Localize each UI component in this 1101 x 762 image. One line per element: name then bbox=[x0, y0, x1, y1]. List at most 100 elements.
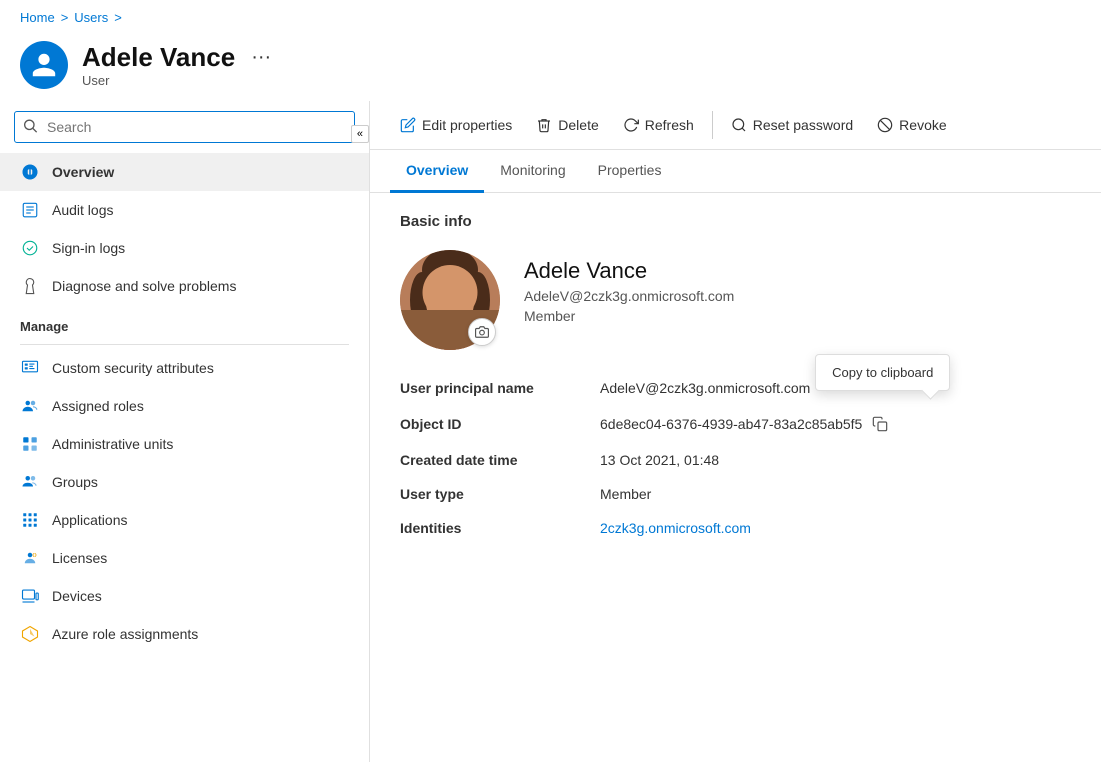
sidebar-item-custom-security[interactable]: Custom security attributes bbox=[0, 349, 369, 387]
created-date-value: 13 Oct 2021, 01:48 bbox=[600, 452, 719, 468]
user-type-value: Member bbox=[600, 486, 651, 502]
delete-icon bbox=[536, 117, 552, 133]
sidebar-item-admin-units[interactable]: Administrative units bbox=[0, 425, 369, 463]
sidebar-item-assigned-roles[interactable]: Assigned roles bbox=[0, 387, 369, 425]
manage-divider bbox=[20, 344, 349, 345]
diagnose-icon bbox=[20, 276, 40, 296]
sidebar-item-groups-label: Groups bbox=[52, 474, 98, 490]
user-icon bbox=[30, 51, 58, 79]
toolbar: Edit properties Delete bbox=[370, 101, 1101, 150]
sidebar-item-overview[interactable]: Overview bbox=[0, 153, 369, 191]
collapse-sidebar-button[interactable]: « bbox=[351, 125, 369, 143]
search-box-container: « bbox=[14, 111, 355, 143]
reset-password-button[interactable]: Reset password bbox=[721, 111, 863, 139]
reset-password-label: Reset password bbox=[753, 117, 853, 133]
avatar-wrap bbox=[400, 250, 500, 350]
user-header: Adele Vance ··· User bbox=[0, 35, 1101, 101]
refresh-label: Refresh bbox=[645, 117, 694, 133]
basic-info-title: Basic info bbox=[400, 213, 1071, 230]
toolbar-separator bbox=[712, 111, 713, 139]
sidebar-item-azure-roles-label: Azure role assignments bbox=[52, 626, 198, 642]
delete-label: Delete bbox=[558, 117, 598, 133]
change-photo-button[interactable] bbox=[468, 318, 496, 346]
info-row-object-id: Object ID 6de8ec04-6376-4939-ab47-83a2c8… bbox=[400, 414, 1071, 434]
azure-roles-icon bbox=[20, 624, 40, 644]
upn-text: AdeleV@2czk3g.onmicrosoft.com bbox=[600, 380, 810, 396]
revoke-icon bbox=[877, 117, 893, 133]
refresh-button[interactable]: Refresh bbox=[613, 111, 704, 139]
content-body: Basic info bbox=[370, 193, 1101, 762]
sidebar-item-applications-label: Applications bbox=[52, 512, 128, 528]
sidebar-item-custom-security-label: Custom security attributes bbox=[52, 360, 214, 376]
search-icon bbox=[22, 118, 38, 137]
profile-user-type: Member bbox=[524, 308, 734, 324]
info-row-identities: Identities 2czk3g.onmicrosoft.com bbox=[400, 520, 1071, 536]
info-table: User principal name AdeleV@2czk3g.onmicr… bbox=[400, 380, 1071, 536]
copy-tooltip-wrap: Copy to clipboard bbox=[870, 414, 890, 434]
tab-overview[interactable]: Overview bbox=[390, 150, 484, 193]
sidebar-item-diagnose[interactable]: Diagnose and solve problems bbox=[0, 267, 369, 305]
identities-link[interactable]: 2czk3g.onmicrosoft.com bbox=[600, 520, 751, 536]
created-date-text: 13 Oct 2021, 01:48 bbox=[600, 452, 719, 468]
sidebar-item-audit-logs-label: Audit logs bbox=[52, 202, 113, 218]
audit-logs-icon bbox=[20, 200, 40, 220]
tab-properties[interactable]: Properties bbox=[582, 150, 678, 193]
profile-email: AdeleV@2czk3g.onmicrosoft.com bbox=[524, 288, 734, 304]
licenses-icon bbox=[20, 548, 40, 568]
info-row-created-date: Created date time 13 Oct 2021, 01:48 bbox=[400, 452, 1071, 468]
overview-icon bbox=[20, 162, 40, 182]
breadcrumb-users[interactable]: Users bbox=[74, 10, 108, 25]
breadcrumb-sep2: > bbox=[114, 10, 122, 25]
admin-units-icon bbox=[20, 434, 40, 454]
profile-info: Adele Vance AdeleV@2czk3g.onmicrosoft.co… bbox=[524, 250, 734, 324]
assigned-roles-icon bbox=[20, 396, 40, 416]
sidebar-item-licenses[interactable]: Licenses bbox=[0, 539, 369, 577]
sidebar-item-devices-label: Devices bbox=[52, 588, 102, 604]
search-input[interactable] bbox=[14, 111, 355, 143]
copy-object-id-button[interactable] bbox=[870, 414, 890, 434]
upn-label: User principal name bbox=[400, 380, 600, 396]
edit-properties-button[interactable]: Edit properties bbox=[390, 111, 522, 139]
sidebar-item-applications[interactable]: Applications bbox=[0, 501, 369, 539]
revoke-label: Revoke bbox=[899, 117, 946, 133]
identities-value: 2czk3g.onmicrosoft.com bbox=[600, 520, 751, 536]
breadcrumb-sep1: > bbox=[61, 10, 69, 25]
user-name: Adele Vance bbox=[82, 42, 235, 73]
user-type-text: Member bbox=[600, 486, 651, 502]
object-id-value: 6de8ec04-6376-4939-ab47-83a2c85ab5f5 Cop… bbox=[600, 414, 890, 434]
object-id-text: 6de8ec04-6376-4939-ab47-83a2c85ab5f5 bbox=[600, 416, 862, 432]
revoke-button[interactable]: Revoke bbox=[867, 111, 956, 139]
sidebar-item-overview-label: Overview bbox=[52, 164, 114, 180]
signin-logs-icon bbox=[20, 238, 40, 258]
info-row-user-type: User type Member bbox=[400, 486, 1071, 502]
sidebar-item-azure-roles[interactable]: Azure role assignments bbox=[0, 615, 369, 653]
breadcrumb: Home > Users > bbox=[0, 0, 1101, 35]
sidebar-item-signin-logs[interactable]: Sign-in logs bbox=[0, 229, 369, 267]
user-subtitle: User bbox=[82, 73, 277, 88]
reset-password-icon bbox=[731, 117, 747, 133]
sidebar-item-groups[interactable]: Groups bbox=[0, 463, 369, 501]
upn-value: AdeleV@2czk3g.onmicrosoft.com bbox=[600, 380, 810, 396]
profile-section: Adele Vance AdeleV@2czk3g.onmicrosoft.co… bbox=[400, 250, 1071, 350]
edit-properties-label: Edit properties bbox=[422, 117, 512, 133]
copy-tooltip: Copy to clipboard bbox=[815, 354, 950, 391]
sidebar-item-licenses-label: Licenses bbox=[52, 550, 107, 566]
sidebar-item-signin-logs-label: Sign-in logs bbox=[52, 240, 125, 256]
info-row-upn: User principal name AdeleV@2czk3g.onmicr… bbox=[400, 380, 1071, 396]
sidebar-item-audit-logs[interactable]: Audit logs bbox=[0, 191, 369, 229]
sidebar-item-devices[interactable]: Devices bbox=[0, 577, 369, 615]
delete-button[interactable]: Delete bbox=[526, 111, 608, 139]
main-content: Edit properties Delete bbox=[370, 101, 1101, 762]
manage-section-label: Manage bbox=[0, 305, 369, 340]
sidebar-item-admin-units-label: Administrative units bbox=[52, 436, 173, 452]
tab-monitoring[interactable]: Monitoring bbox=[484, 150, 581, 193]
identities-label: Identities bbox=[400, 520, 600, 536]
breadcrumb-home[interactable]: Home bbox=[20, 10, 55, 25]
user-avatar-icon bbox=[20, 41, 68, 89]
applications-icon bbox=[20, 510, 40, 530]
user-type-label: User type bbox=[400, 486, 600, 502]
user-title: Adele Vance ··· User bbox=[82, 42, 277, 88]
tabs-bar: Overview Monitoring Properties bbox=[370, 150, 1101, 193]
profile-display-name: Adele Vance bbox=[524, 258, 734, 284]
more-options-button[interactable]: ··· bbox=[245, 44, 277, 71]
